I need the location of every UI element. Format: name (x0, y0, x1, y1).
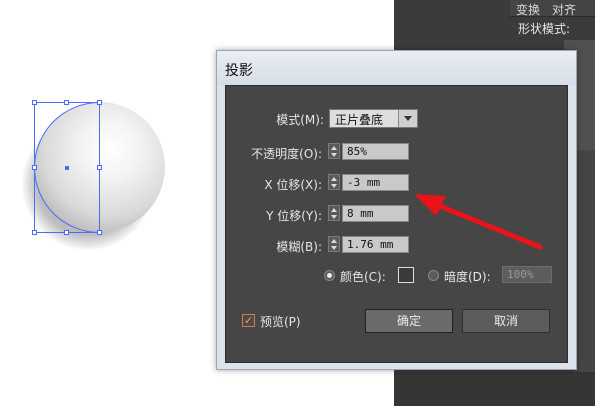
cancel-button[interactable]: 取消 (462, 309, 550, 333)
bbox-handle-top-left[interactable] (32, 100, 37, 105)
preview-checkbox[interactable]: ✓ (242, 314, 255, 327)
color-label: 颜色(C): (340, 270, 386, 284)
panel-bottom-area (394, 372, 595, 406)
y-offset-label: Y 位移(Y): (266, 209, 322, 223)
bbox-handle-top-right[interactable] (97, 100, 102, 105)
bbox-handle-middle-right[interactable] (97, 165, 102, 170)
mode-label: 模式(M): (276, 113, 324, 127)
opacity-input[interactable]: 85% (342, 143, 409, 160)
blur-input[interactable]: 1.76 mm (342, 236, 409, 253)
blur-stepper-icon[interactable] (328, 236, 340, 252)
bbox-center-point (65, 166, 69, 170)
opacity-stepper-icon[interactable] (328, 143, 340, 159)
darkness-input[interactable]: 100% (502, 266, 552, 283)
mode-select[interactable]: 正片叠底 (329, 109, 418, 128)
preview-label: 预览(P) (260, 315, 301, 329)
ok-button[interactable]: 确定 (365, 309, 453, 333)
bbox-handle-middle-left[interactable] (32, 165, 37, 170)
bbox-handle-bottom-left[interactable] (32, 230, 37, 235)
darkness-radio[interactable] (428, 270, 439, 281)
tab-transform[interactable]: 变换 (510, 0, 546, 17)
bbox-handle-top-center[interactable] (64, 100, 69, 105)
mode-select-value: 正片叠底 (335, 113, 384, 127)
shadow-color-swatch[interactable] (398, 267, 414, 283)
color-radio[interactable] (324, 270, 335, 281)
panel-scroll-strip[interactable] (574, 150, 595, 406)
panel-tab-bar: 变换 对齐 (510, 0, 595, 17)
x-offset-input[interactable]: -3 mm (342, 174, 409, 191)
darkness-label: 暗度(D): (444, 270, 491, 284)
x-offset-label: X 位移(X): (264, 178, 322, 192)
dialog-title-bar[interactable]: 投影 (217, 51, 576, 85)
bbox-handle-bottom-center[interactable] (64, 230, 69, 235)
blur-label: 模糊(B): (276, 240, 322, 254)
y-offset-input[interactable]: 8 mm (342, 205, 409, 222)
bbox-handle-bottom-right[interactable] (97, 230, 102, 235)
x-offset-stepper-icon[interactable] (328, 174, 340, 190)
annotation-arrow-icon (414, 194, 543, 250)
y-offset-stepper-icon[interactable] (328, 205, 340, 221)
tab-align[interactable]: 对齐 (546, 0, 582, 17)
dialog-title: 投影 (225, 63, 253, 79)
chevron-down-icon (398, 110, 417, 127)
shape-mode-label: 形状模式: (518, 22, 571, 36)
opacity-label: 不透明度(O): (251, 147, 322, 161)
